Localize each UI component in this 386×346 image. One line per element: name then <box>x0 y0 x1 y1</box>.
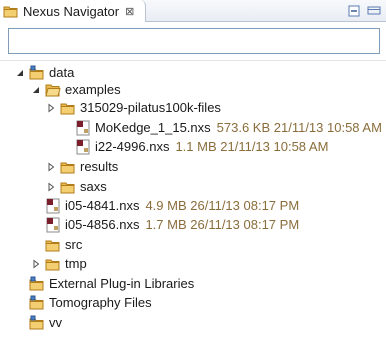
tree-item-i05-4841-nxs[interactable]: i05-4841.nxs 4.9 MB 26/11/13 08:17 PM <box>30 196 299 215</box>
collapsed-arrow-icon[interactable] <box>45 161 57 173</box>
tree-item-examples[interactable]: examples <box>30 80 121 99</box>
folder-icon <box>60 159 76 175</box>
folder-icon <box>45 82 61 98</box>
tree-item-label: saxs <box>80 179 107 194</box>
file-info: 1.7 MB 26/11/13 08:17 PM <box>145 217 300 232</box>
file-info: 1.1 MB 21/11/13 10:58 AM <box>175 139 329 154</box>
nexus-file-icon <box>45 217 61 233</box>
folder-icon <box>60 100 76 116</box>
tree-item-label: examples <box>65 82 121 97</box>
tree-item-label: External Plug-in Libraries <box>49 276 195 291</box>
divider <box>0 60 386 61</box>
tree-item-label: tmp <box>65 256 87 271</box>
tree-item-label: vv <box>49 315 62 330</box>
folder-icon <box>45 256 61 272</box>
tree-item-label: Tomography Files <box>49 295 152 310</box>
tree-item-label: 315029-pilatus100k-files <box>80 100 221 115</box>
tree-item-i22-nxs[interactable]: i22-4996.nxs 1.1 MB 21/11/13 10:58 AM <box>60 137 328 156</box>
tree-item-pilatus-files[interactable]: 315029-pilatus100k-files <box>45 98 221 117</box>
view-title: Nexus Navigator <box>23 3 120 19</box>
project-folder-icon <box>29 315 45 331</box>
expanded-arrow-icon[interactable] <box>30 84 42 96</box>
folder-icon <box>45 237 61 253</box>
tree-item-src[interactable]: src <box>30 235 82 254</box>
view-menu-icon[interactable] <box>366 3 382 19</box>
filter-input[interactable] <box>9 29 379 53</box>
tree-item-vv[interactable]: vv <box>14 313 62 332</box>
tree-item-tmp[interactable]: tmp <box>30 254 87 273</box>
tree-item-mokedge-nxs[interactable]: MoKedge_1_15.nxs 573.6 KB 21/11/13 10:58… <box>60 118 382 137</box>
view-tab-bar: Nexus Navigator ⊠ <box>0 0 386 22</box>
project-folder-icon <box>29 295 45 311</box>
close-icon[interactable]: ⊠ <box>125 5 134 18</box>
tree-item-i05-4856-nxs[interactable]: i05-4856.nxs 1.7 MB 26/11/13 08:17 PM <box>30 215 299 234</box>
expanded-arrow-icon[interactable] <box>14 67 26 79</box>
folder-icon <box>60 179 76 195</box>
collapsed-arrow-icon[interactable] <box>45 102 57 114</box>
tree-item-results[interactable]: results <box>45 157 118 176</box>
tree-item-label: i05-4856.nxs <box>65 217 140 232</box>
file-info: 4.9 MB 26/11/13 08:17 PM <box>145 198 300 213</box>
folder-icon <box>3 3 19 19</box>
tree-item-label: src <box>65 237 83 252</box>
nexus-file-icon <box>75 139 91 155</box>
tree-item-label: data <box>49 65 75 80</box>
project-folder-icon <box>29 65 45 81</box>
nexus-file-icon <box>75 120 91 136</box>
tree-item-tomography-files[interactable]: Tomography Files <box>14 293 152 312</box>
tree-item-saxs[interactable]: saxs <box>45 177 107 196</box>
tree-item-label: i05-4841.nxs <box>65 198 140 213</box>
filter-box <box>8 28 380 54</box>
tree-item-label: MoKedge_1_15.nxs <box>95 120 211 135</box>
file-info: 573.6 KB 21/11/13 10:58 AM <box>216 120 382 135</box>
nexus-file-icon <box>45 198 61 214</box>
collapsed-arrow-icon[interactable] <box>30 258 42 270</box>
tree-item-label: i22-4996.nxs <box>95 139 170 154</box>
nexus-navigator-view: Nexus Navigator ⊠ data examples 315029-p… <box>0 0 386 346</box>
tree-item-label: results <box>80 159 119 174</box>
collapsed-arrow-icon[interactable] <box>45 181 57 193</box>
collapse-all-icon[interactable] <box>346 3 362 19</box>
view-tab[interactable]: Nexus Navigator ⊠ <box>0 0 146 22</box>
tree-item-external-plugin-libraries[interactable]: External Plug-in Libraries <box>14 274 194 293</box>
plugin-library-folder-icon <box>29 276 45 292</box>
